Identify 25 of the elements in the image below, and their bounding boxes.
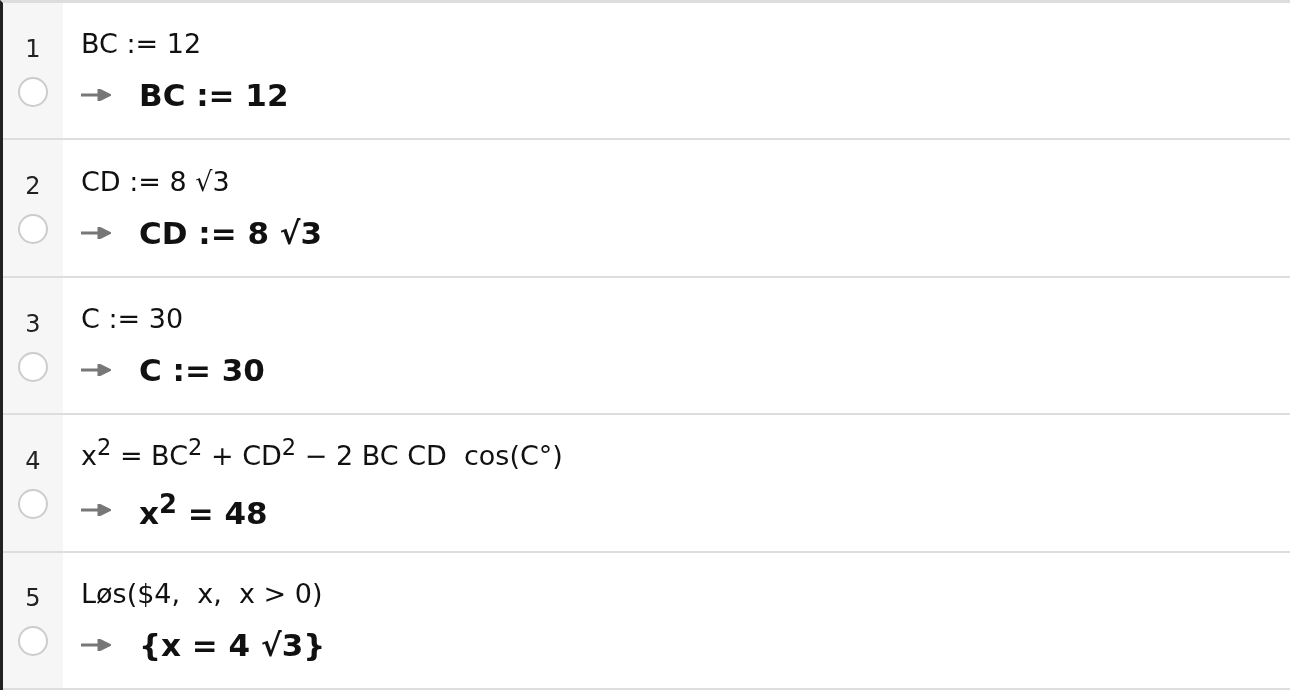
row-number: 5 bbox=[25, 584, 41, 613]
arrow-icon bbox=[81, 638, 111, 651]
arrow-icon bbox=[81, 89, 111, 102]
cas-input[interactable]: Løs($4, x, x > 0) bbox=[81, 577, 1290, 609]
cas-output: C := 30 bbox=[139, 352, 265, 388]
cas-output: {x = 4 √3} bbox=[139, 626, 326, 663]
cas-input[interactable]: x$^{2}$ = BC$^{2}$ + CD$^{2}$ − 2 BC CD cos(C°) bbox=[81, 434, 1290, 472]
cas-output: x$^{2}$ = 48 bbox=[139, 489, 268, 532]
cas-input[interactable]: CD := 8 √3 bbox=[81, 165, 1290, 197]
cas-input[interactable]: C := 30 bbox=[81, 303, 1290, 334]
arrow-icon bbox=[81, 364, 111, 376]
row-number: 1 bbox=[25, 34, 41, 63]
visibility-toggle[interactable] bbox=[18, 488, 48, 519]
row-number: 4 bbox=[25, 446, 41, 475]
visibility-toggle[interactable] bbox=[18, 214, 48, 245]
cas-input[interactable]: BC := 12 bbox=[81, 28, 1290, 60]
cas-output: CD := 8 √3 bbox=[139, 214, 323, 251]
visibility-toggle[interactable] bbox=[18, 351, 48, 382]
visibility-toggle[interactable] bbox=[18, 626, 48, 657]
visibility-toggle[interactable] bbox=[18, 76, 48, 107]
arrow-icon bbox=[81, 504, 111, 517]
row-number: 2 bbox=[25, 172, 41, 201]
arrow-icon bbox=[81, 226, 111, 239]
cas-output: BC := 12 bbox=[139, 77, 289, 114]
row-number: 3 bbox=[25, 309, 41, 338]
